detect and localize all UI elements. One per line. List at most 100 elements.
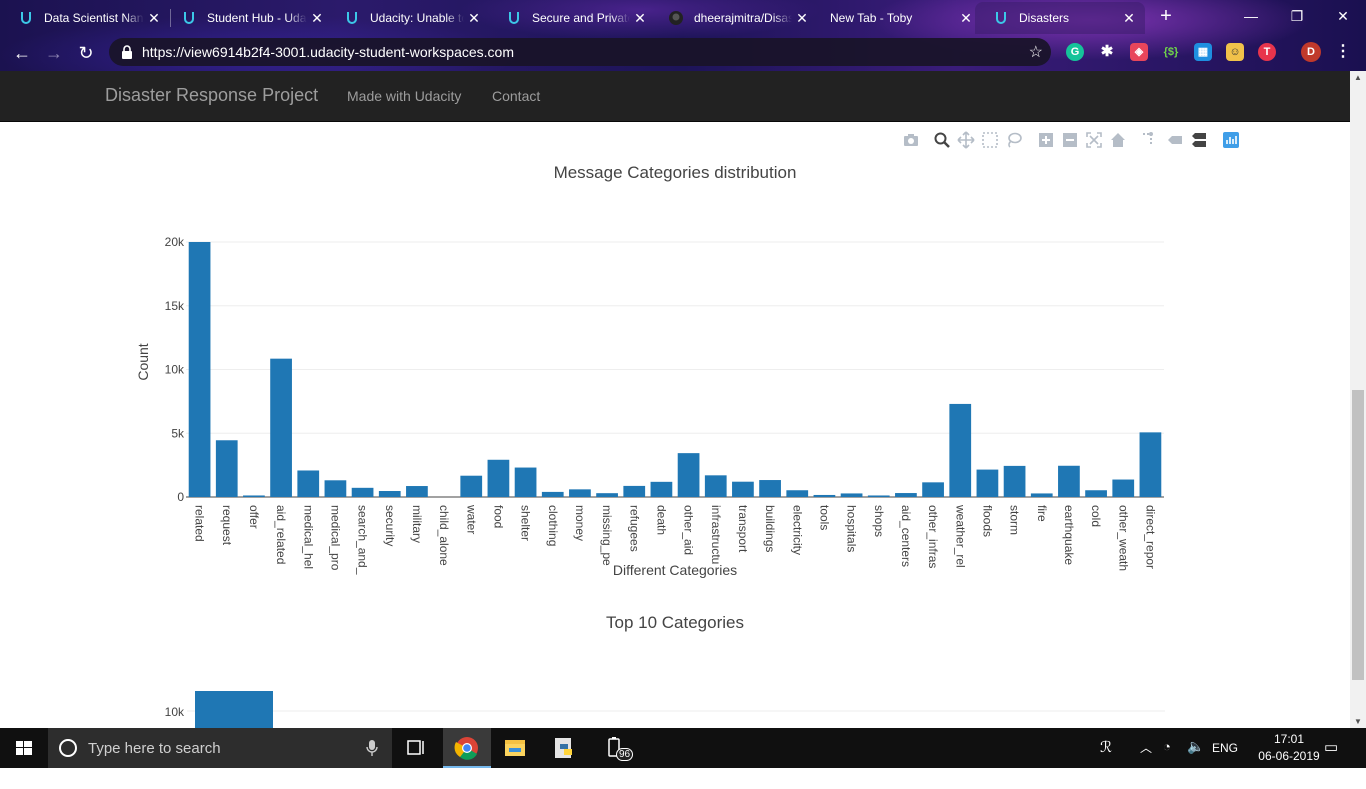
bar-search_and_rescue[interactable] [351,487,374,497]
bar-death[interactable] [650,481,673,497]
profile-avatar[interactable]: D [1301,42,1321,62]
grammarly-icon[interactable]: G [1066,43,1084,61]
bookmark-star-icon[interactable]: ☆ [1029,42,1043,62]
close-tab-icon[interactable]: ✕ [956,10,976,27]
new-tab-icon[interactable]: + [1155,5,1177,27]
bar-direct_report[interactable] [1139,432,1162,497]
bar-storm[interactable] [1003,465,1026,497]
bar-related[interactable] [188,242,211,497]
bar-shops[interactable] [867,495,890,497]
bar-infrastructure_related[interactable] [704,475,727,497]
minimize-icon[interactable]: — [1228,0,1274,32]
x-tick-label: hospitals [845,505,859,552]
bar-earthquake[interactable] [1058,465,1080,497]
action-center-icon[interactable]: ▭ [1324,738,1338,778]
bar-other_weather[interactable] [1112,479,1135,497]
windows-taskbar: Type here to search 96 ℛ ︿ ◔ 🔈 ENG 17:01… [0,728,1366,768]
task-view-icon[interactable] [392,728,440,768]
chart-gridlines [186,241,1164,498]
close-tab-icon[interactable]: ✕ [792,10,812,27]
x-tick-label: cold [1089,505,1103,527]
brave-shield-icon[interactable]: ◈ [1130,43,1148,61]
bar-electricity[interactable] [786,490,809,497]
bar-missing_people[interactable] [596,493,618,497]
chrome-icon[interactable] [443,728,491,768]
tab-github[interactable]: dheerajmitra/Disaster ✕ [650,4,818,32]
reload-icon[interactable]: ↻ [73,40,99,66]
bar-other_aid[interactable] [677,453,700,497]
scroll-down-icon[interactable]: ▼ [1350,717,1366,726]
x-tick-label: offer [247,505,261,529]
restore-icon[interactable]: ❐ [1274,0,1320,32]
back-icon[interactable]: ← [9,40,35,66]
tab-data-scientist[interactable]: Data Scientist Nanodegree ✕ [0,4,170,32]
bar-other_infrastructure[interactable] [922,482,944,497]
extensions-puzzle-icon[interactable]: ✱ [1098,43,1116,61]
bar-cold[interactable] [1085,490,1107,497]
tab-udacity-unable[interactable]: Udacity: Unable to connect ✕ [326,4,490,32]
bar-aid_centers[interactable] [895,493,917,497]
bar-floods[interactable] [976,469,999,497]
bar-refugees[interactable] [623,485,646,497]
bar-tools[interactable] [813,494,836,497]
tab-disasters[interactable]: Disasters ✕ [975,2,1145,34]
menu-kebab-icon[interactable]: ⋮ [1334,43,1352,61]
toby-icon[interactable]: ▦ [1194,43,1212,61]
microphone-icon[interactable] [366,739,378,757]
bar-weather_related[interactable] [949,403,972,497]
y-tick-label: 0 [177,490,184,504]
bar-water[interactable] [460,475,483,497]
python-icon[interactable] [540,728,588,768]
bar-medical_help[interactable] [297,470,320,497]
bar-transport[interactable] [732,481,754,497]
taskbar-search-box[interactable]: Type here to search [48,728,392,768]
bar-hospitals[interactable] [840,493,863,497]
show-hidden-icons-icon[interactable]: ︿ [1140,739,1152,779]
language-indicator[interactable]: ENG [1212,741,1238,781]
close-window-icon[interactable]: ✕ [1320,0,1366,32]
close-tab-icon[interactable]: ✕ [464,10,484,27]
battery-app-icon[interactable]: 96 [590,728,638,768]
address-bar[interactable]: https://view6914b2f4-3001.udacity-studen… [109,38,1051,66]
close-tab-icon[interactable]: ✕ [144,10,164,27]
wifi-icon[interactable]: ◔ [1163,739,1171,779]
scrollbar-thumb[interactable] [1352,390,1364,680]
json-viewer-icon[interactable]: {$} [1162,43,1180,61]
bar-food[interactable] [487,459,510,497]
x-tick-label: request [220,505,234,546]
volume-icon[interactable]: 🔈 [1187,738,1204,778]
bar-security[interactable] [378,491,401,497]
bar-offer[interactable] [243,495,265,497]
x-tick-label: aid_related [274,505,288,564]
people-icon[interactable]: ℛ [1100,738,1112,778]
bar-clothing[interactable] [541,491,564,497]
forward-icon[interactable]: → [41,40,67,66]
x-tick-label: earthquake [1062,505,1076,565]
windows-start-button[interactable] [0,728,48,768]
bar-aid_related[interactable] [270,358,292,497]
clock-date[interactable]: 06-06-2019 [1252,749,1326,789]
file-explorer-icon[interactable] [491,728,539,768]
bar-fire[interactable] [1030,493,1053,497]
tab-new-tab-toby[interactable]: New Tab - Toby ✕ [812,4,982,32]
bar-request[interactable] [215,440,238,497]
close-tab-icon[interactable]: ✕ [307,10,327,27]
bar-military[interactable] [406,486,428,497]
bar-money[interactable] [569,489,591,497]
bar-medical_products[interactable] [324,480,347,497]
tab-student-hub[interactable]: Student Hub - Udacity ✕ [163,4,333,32]
tab-secure-private[interactable]: Secure and Private ✕ [488,4,656,32]
udacity-icon [344,10,360,26]
x-tick-label: buildings [763,505,777,552]
bar-buildings[interactable] [759,480,781,497]
x-tick-label: related [193,505,207,542]
todoist-icon[interactable]: T [1258,43,1276,61]
top10-chart: 10k [165,691,1165,728]
page-scrollbar[interactable]: ▲ ▼ [1350,71,1366,728]
close-tab-icon[interactable]: ✕ [630,10,650,27]
x-tick-label: money [573,505,587,541]
smiley-extension-icon[interactable]: ☺ [1226,43,1244,61]
scroll-up-icon[interactable]: ▲ [1350,73,1366,82]
close-tab-icon[interactable]: ✕ [1119,10,1139,27]
bar-shelter[interactable] [514,467,537,497]
